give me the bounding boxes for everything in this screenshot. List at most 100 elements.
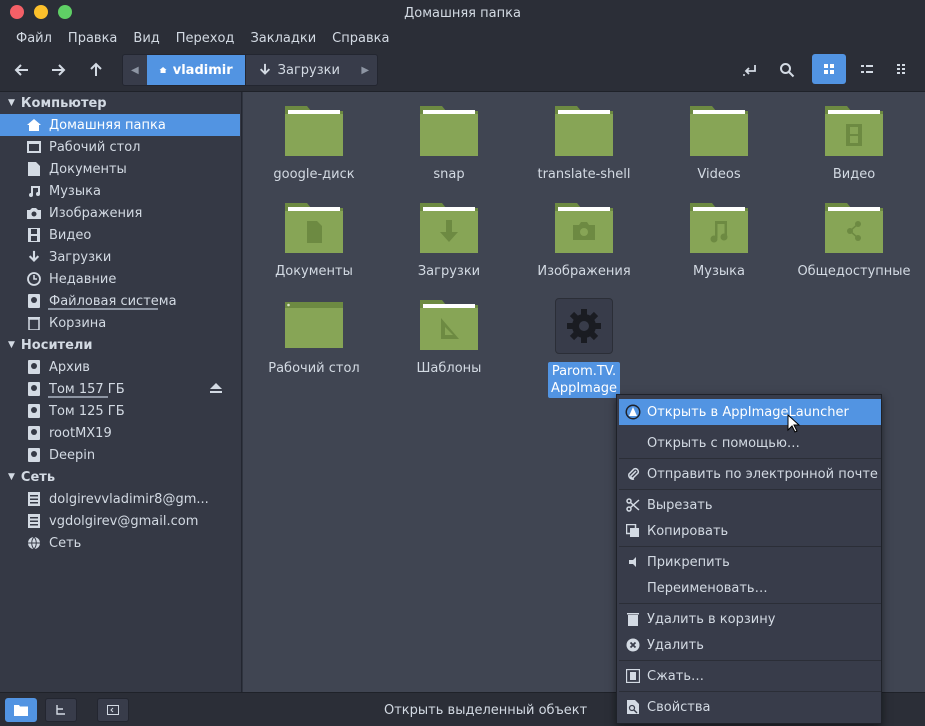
file-item-selected[interactable]: Parom.TV. AppImage — [521, 298, 647, 398]
file-item[interactable]: Рабочий стол — [251, 298, 377, 377]
path-scroll-left[interactable]: ◀ — [123, 55, 147, 85]
gear-icon — [566, 308, 602, 344]
mouse-cursor-icon — [787, 414, 801, 434]
sidebar-item-trash[interactable]: Корзина — [0, 312, 241, 334]
file-item[interactable]: Загрузки — [386, 201, 512, 280]
file-item[interactable]: Videos — [656, 104, 782, 183]
downloads-folder-icon — [417, 201, 481, 255]
file-item[interactable]: Общедоступные — [791, 201, 917, 280]
sidebar-item-rootmx19[interactable]: rootMX19 — [0, 422, 241, 444]
appimage-thumbnail — [555, 298, 613, 354]
sidebar-item-volume-157[interactable]: Том 157 ГБ — [0, 378, 241, 400]
compress-icon — [625, 668, 641, 684]
music-icon — [26, 183, 42, 199]
folder-icon — [687, 104, 751, 158]
menu-go[interactable]: Переход — [168, 31, 243, 46]
sidebar-item-downloads[interactable]: Загрузки — [0, 246, 241, 268]
sidebar-item-recent[interactable]: Недавние — [0, 268, 241, 290]
file-label: Загрузки — [418, 263, 480, 280]
sidebar-item-video[interactable]: Видео — [0, 224, 241, 246]
file-label: Общедоступные — [797, 263, 910, 280]
file-item[interactable]: snap — [386, 104, 512, 183]
up-button[interactable] — [81, 56, 111, 84]
sidebar-item-gdrive-1[interactable]: dolgirevvladimir8@gm... — [0, 488, 241, 510]
menu-item-compress[interactable]: Сжать… — [619, 663, 881, 689]
sidebar-section-network[interactable]: ▼ Сеть — [0, 466, 241, 488]
maximize-window-button[interactable] — [58, 5, 72, 19]
file-item[interactable]: translate-shell — [521, 104, 647, 183]
minimize-window-button[interactable] — [34, 5, 48, 19]
folder-icon — [282, 104, 346, 158]
grid-icon — [823, 63, 835, 75]
menu-item-rename[interactable]: Переименовать… — [619, 575, 881, 601]
menu-item-send-email[interactable]: Отправить по электронной почте — [619, 461, 881, 487]
compact-view-button[interactable] — [886, 54, 920, 84]
menu-help[interactable]: Справка — [324, 31, 397, 46]
back-button[interactable] — [7, 56, 37, 84]
path-scroll-right[interactable]: ▶ — [353, 55, 377, 85]
trash-icon — [625, 611, 641, 627]
search-icon — [779, 62, 795, 78]
separator — [619, 458, 881, 459]
window-title: Домашняя папка — [404, 6, 521, 21]
clock-icon — [26, 271, 42, 287]
sidebar-item-desktop[interactable]: Рабочий стол — [0, 136, 241, 158]
icon-view-button[interactable] — [812, 54, 846, 84]
hide-sidebar-button[interactable] — [97, 698, 129, 722]
file-label: translate-shell — [537, 166, 630, 183]
menu-item-cut[interactable]: Вырезать — [619, 492, 881, 518]
list-view-button[interactable] — [850, 54, 884, 84]
file-item[interactable]: google-диск — [251, 104, 377, 183]
chevron-down-icon: ▼ — [8, 98, 15, 108]
sidebar-item-volume-125[interactable]: Том 125 ГБ — [0, 400, 241, 422]
eject-icon[interactable] — [209, 382, 223, 398]
menu-item-open-appimagelauncher[interactable]: Открыть в AppImageLauncher — [619, 399, 881, 425]
pictures-folder-icon — [552, 201, 616, 255]
sidebar-item-gdrive-2[interactable]: vgdolgirev@gmail.com — [0, 510, 241, 532]
path-segment-downloads[interactable]: Загрузки — [245, 55, 354, 85]
forward-button[interactable] — [43, 56, 73, 84]
menu-bookmarks[interactable]: Закладки — [242, 31, 324, 46]
sidebar-item-deepin[interactable]: Deepin — [0, 444, 241, 466]
sidebar-item-music[interactable]: Музыка — [0, 180, 241, 202]
path-segment-home[interactable]: vladimir — [147, 55, 245, 85]
menu-edit[interactable]: Правка — [60, 31, 125, 46]
menu-item-delete[interactable]: Удалить — [619, 632, 881, 658]
close-window-button[interactable] — [10, 5, 24, 19]
sidebar-section-devices[interactable]: ▼ Носители — [0, 334, 241, 356]
camera-icon — [26, 205, 42, 221]
folder-icon — [552, 104, 616, 158]
show-places-button[interactable] — [5, 698, 37, 722]
separator — [619, 546, 881, 547]
compact-list-icon — [896, 63, 910, 75]
menu-item-open-with[interactable]: Открыть с помощью… — [619, 430, 881, 456]
sidebar-section-computer[interactable]: ▼ Компьютер — [0, 92, 241, 114]
search-button[interactable] — [772, 56, 802, 84]
file-item[interactable]: Изображения — [521, 201, 647, 280]
menu-view[interactable]: Вид — [125, 31, 167, 46]
documents-folder-icon — [282, 201, 346, 255]
show-tree-button[interactable] — [45, 698, 77, 722]
file-item[interactable]: Документы — [251, 201, 377, 280]
menu-item-copy[interactable]: Копировать — [619, 518, 881, 544]
sidebar-item-documents[interactable]: Документы — [0, 158, 241, 180]
sidebar-item-archive[interactable]: Архив — [0, 356, 241, 378]
file-item[interactable]: Музыка — [656, 201, 782, 280]
video-folder-icon — [822, 104, 886, 158]
menu-file[interactable]: Файл — [8, 31, 60, 46]
sidebar-item-home[interactable]: Домашняя папка — [0, 114, 240, 136]
sidebar-item-network[interactable]: Сеть — [0, 532, 241, 554]
file-item[interactable]: Видео — [791, 104, 917, 183]
trash-icon — [26, 315, 42, 331]
sidebar-item-filesystem[interactable]: Файловая система — [0, 290, 241, 312]
file-item[interactable]: Шаблоны — [386, 298, 512, 377]
film-icon — [26, 227, 42, 243]
folder-icon — [14, 704, 28, 716]
menu-item-pin[interactable]: Прикрепить — [619, 549, 881, 575]
menu-item-move-to-trash[interactable]: Удалить в корзину — [619, 606, 881, 632]
sidebar-item-pictures[interactable]: Изображения — [0, 202, 241, 224]
file-label: Музыка — [693, 263, 745, 280]
location-toggle-button[interactable] — [735, 56, 765, 84]
scissors-icon — [625, 497, 641, 513]
menu-item-properties[interactable]: Свойства — [619, 694, 881, 720]
